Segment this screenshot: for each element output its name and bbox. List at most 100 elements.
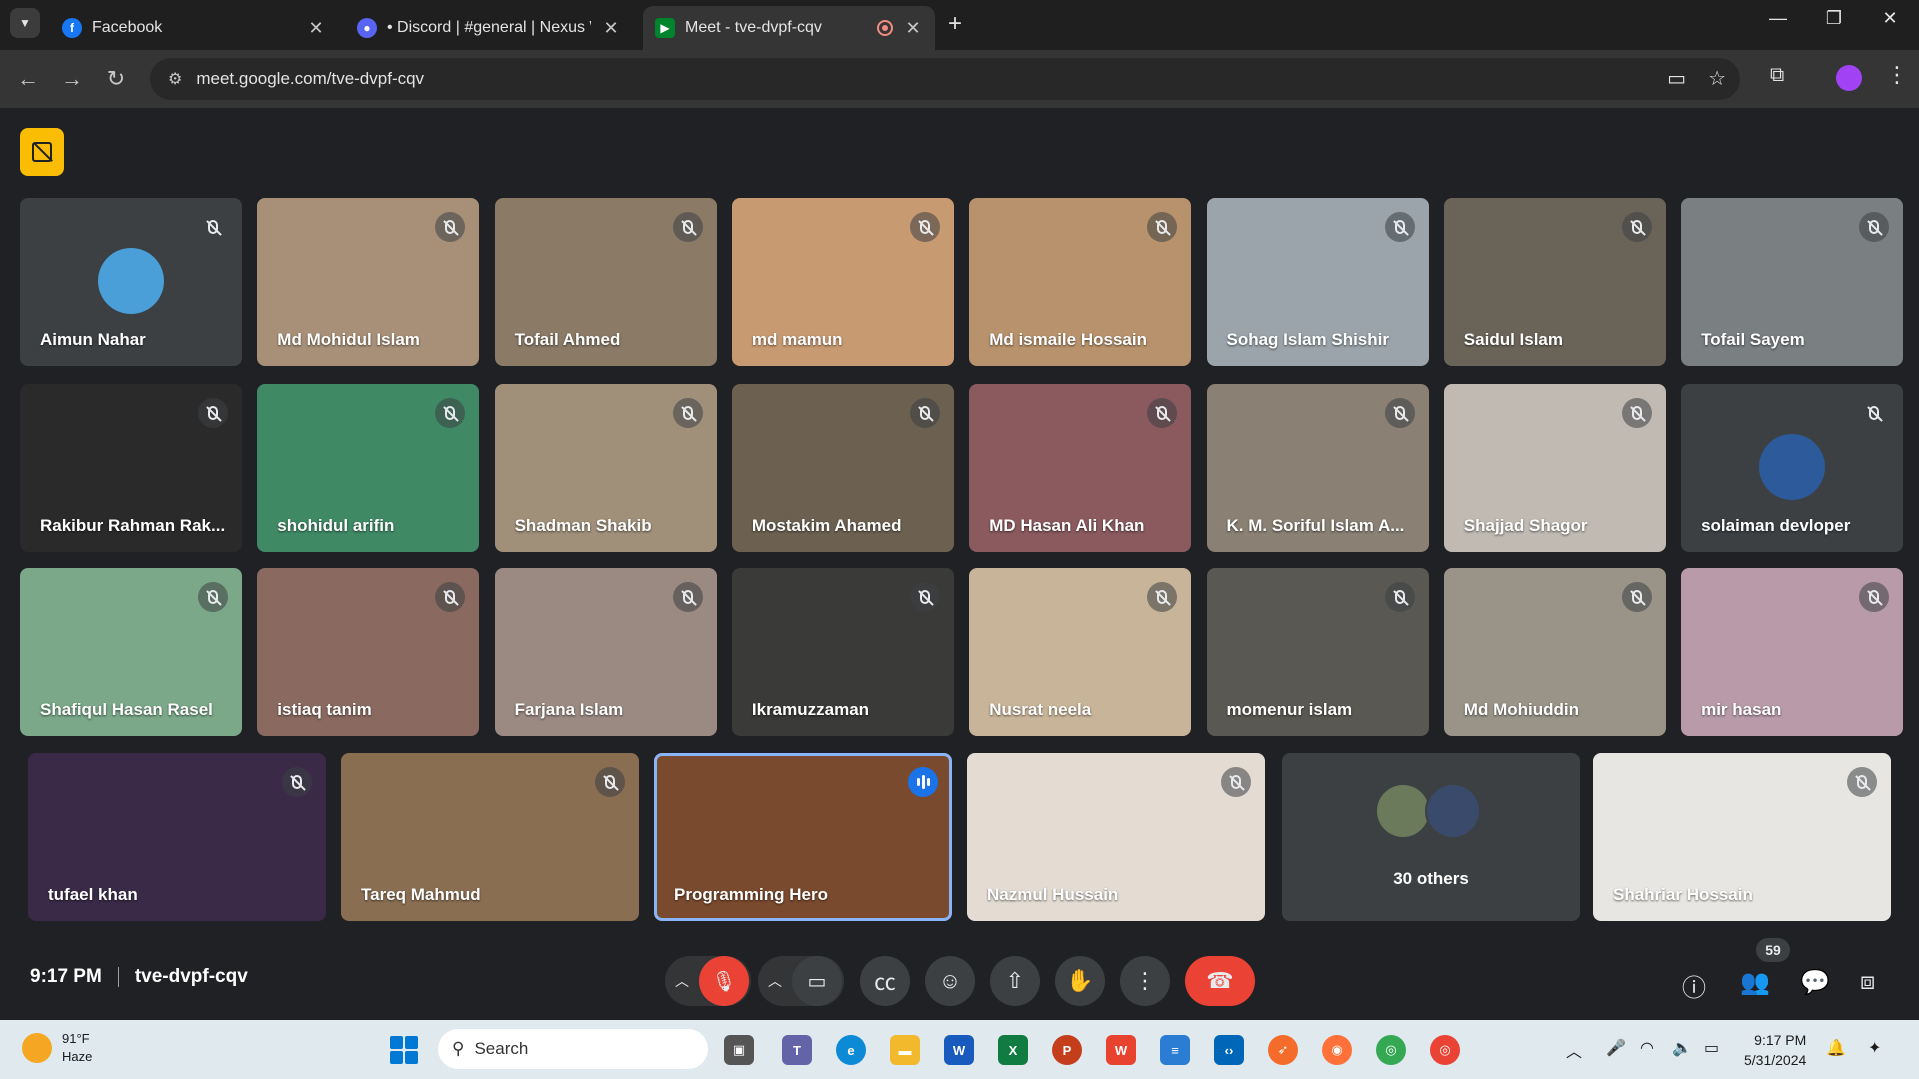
- meeting-details-icon[interactable]: ⓘ: [1682, 968, 1706, 1003]
- participant-tile[interactable]: Farjana Islam: [494, 568, 717, 736]
- notepad-icon[interactable]: ≡: [1160, 1035, 1190, 1065]
- participant-tile[interactable]: md mamun: [731, 198, 954, 366]
- mic-muted-icon: [595, 767, 625, 797]
- powerpoint-icon[interactable]: P: [1052, 1035, 1082, 1065]
- mic-off-button[interactable]: 🎙: [699, 956, 749, 1006]
- participant-tile[interactable]: Md ismaile Hossain: [969, 198, 1192, 366]
- participant-tile[interactable]: Shafiqul Hasan Rasel: [20, 568, 242, 736]
- participant-tile[interactable]: Programming Hero: [654, 753, 952, 921]
- notifications-bell-icon[interactable]: 🔔: [1826, 1038, 1846, 1058]
- activities-icon[interactable]: ⧈: [1860, 968, 1875, 996]
- volume-icon[interactable]: 🔈: [1672, 1038, 1692, 1058]
- participant-name: Tofail Ahmed: [514, 330, 621, 349]
- participant-tile[interactable]: Ikramuzzaman: [731, 568, 954, 736]
- mic-muted-icon: [1859, 212, 1890, 242]
- speaking-indicator-icon: [908, 767, 938, 797]
- firefox-icon[interactable]: ◉: [1322, 1035, 1352, 1065]
- mic-muted-icon: [1384, 582, 1415, 612]
- taskbar-search[interactable]: ⚲ Search: [438, 1029, 708, 1069]
- tab-search-button[interactable]: ▼: [10, 8, 40, 38]
- copilot-icon[interactable]: ✦: [1868, 1038, 1881, 1058]
- browser-menu-icon[interactable]: ⋮: [1886, 62, 1908, 88]
- leave-call-button[interactable]: ☎: [1185, 956, 1255, 1006]
- profile-avatar[interactable]: [1836, 65, 1862, 91]
- edge-icon[interactable]: e: [836, 1035, 866, 1065]
- participant-tile[interactable]: Tareq Mahmud: [341, 753, 639, 921]
- video-options-chevron-icon[interactable]: ︿: [758, 971, 792, 991]
- participant-tile[interactable]: Sohag Islam Shishir: [1206, 198, 1429, 366]
- chrome-icon[interactable]: ◎: [1376, 1035, 1406, 1065]
- vscode-icon[interactable]: ‹›: [1214, 1035, 1244, 1065]
- participant-tile[interactable]: momenur islam: [1206, 568, 1429, 736]
- reload-icon[interactable]: ↻: [100, 63, 132, 95]
- participant-tile[interactable]: tufael khan: [28, 753, 326, 921]
- file-explorer-icon[interactable]: ▬: [890, 1035, 920, 1065]
- participant-tile[interactable]: Rakibur Rahman Rak...: [20, 384, 242, 552]
- forward-icon[interactable]: →: [56, 63, 88, 95]
- participant-tile[interactable]: Nazmul Hussain: [967, 753, 1265, 921]
- raise-hand-button[interactable]: ✋: [1055, 956, 1105, 1006]
- chat-icon[interactable]: 💬: [1800, 968, 1830, 997]
- word-icon[interactable]: W: [944, 1035, 974, 1065]
- site-info-icon[interactable]: ⚙: [168, 69, 182, 89]
- captions-off-button[interactable]: [20, 128, 64, 176]
- battery-icon[interactable]: ▭: [1704, 1038, 1719, 1058]
- participant-tile[interactable]: Tofail Ahmed: [494, 198, 717, 366]
- tray-overflow-icon[interactable]: ︿: [1566, 1038, 1582, 1062]
- restore-icon[interactable]: ❐: [1814, 8, 1854, 29]
- camera-icon[interactable]: ▭: [1667, 66, 1686, 91]
- tab-facebook[interactable]: f Facebook ✕: [50, 6, 338, 50]
- close-tab-icon[interactable]: ✕: [903, 18, 923, 39]
- chrome-profile-icon[interactable]: ◎: [1430, 1035, 1460, 1065]
- teams-icon[interactable]: T: [782, 1035, 812, 1065]
- participant-name: momenur islam: [1226, 700, 1353, 719]
- mic-muted-icon: [1847, 767, 1877, 797]
- discord-icon: ●: [357, 18, 377, 38]
- start-icon[interactable]: [390, 1036, 418, 1064]
- others-tile[interactable]: 30 others: [1282, 753, 1580, 921]
- wps-icon[interactable]: W: [1106, 1035, 1136, 1065]
- wifi-icon[interactable]: ◠: [1640, 1038, 1654, 1058]
- participant-tile[interactable]: MD Hasan Ali Khan: [969, 384, 1192, 552]
- captions-button[interactable]: ㏄: [860, 956, 910, 1006]
- excel-icon[interactable]: X: [998, 1035, 1028, 1065]
- participant-tile[interactable]: Shajjad Shagor: [1443, 384, 1666, 552]
- microphone-icon[interactable]: 🎤: [1606, 1038, 1626, 1058]
- window-close-icon[interactable]: ✕: [1870, 8, 1910, 29]
- system-clock[interactable]: 9:17 PM 5/31/2024: [1744, 1030, 1806, 1070]
- tab-discord[interactable]: ● • Discord | #general | Nexus Wa ✕: [345, 6, 633, 50]
- participant-tile[interactable]: Shahriar Hossain: [1593, 753, 1891, 921]
- camera-button[interactable]: ▭: [792, 956, 842, 1006]
- task-view-icon[interactable]: ▣: [724, 1035, 754, 1065]
- meeting-code: tve-dvpf-cqv: [134, 966, 248, 987]
- participant-tile[interactable]: Nusrat neela: [969, 568, 1192, 736]
- close-tab-icon[interactable]: ✕: [601, 18, 621, 39]
- extensions-icon[interactable]: ⧉: [1770, 64, 1784, 87]
- people-icon[interactable]: 👥: [1740, 968, 1770, 997]
- close-tab-icon[interactable]: ✕: [306, 18, 326, 39]
- bookmark-star-icon[interactable]: ☆: [1708, 66, 1726, 91]
- participant-tile[interactable]: Md Mohidul Islam: [257, 198, 480, 366]
- back-icon[interactable]: ←: [12, 63, 44, 95]
- participant-tile[interactable]: istiaq tanim: [257, 568, 480, 736]
- participant-tile[interactable]: mir hasan: [1681, 568, 1904, 736]
- present-button[interactable]: ⇧: [990, 956, 1040, 1006]
- minimize-icon[interactable]: —: [1758, 8, 1798, 29]
- participant-tile[interactable]: Shadman Shakib: [494, 384, 717, 552]
- participant-tile[interactable]: Aimun Nahar: [20, 198, 242, 366]
- postman-icon[interactable]: ➶: [1268, 1035, 1298, 1065]
- participant-tile[interactable]: solaiman devloper: [1681, 384, 1904, 552]
- participant-tile[interactable]: Md Mohiuddin: [1443, 568, 1666, 736]
- address-bar[interactable]: ⚙ meet.google.com/tve-dvpf-cqv ▭ ☆: [150, 58, 1740, 100]
- participant-tile[interactable]: shohidul arifin: [257, 384, 480, 552]
- weather-widget[interactable]: 91°F Haze: [22, 1030, 92, 1066]
- new-tab-button[interactable]: +: [948, 10, 962, 38]
- participant-tile[interactable]: Tofail Sayem: [1681, 198, 1904, 366]
- audio-options-chevron-icon[interactable]: ︿: [665, 971, 699, 991]
- more-options-button[interactable]: ⋮: [1120, 956, 1170, 1006]
- participant-tile[interactable]: Mostakim Ahamed: [731, 384, 954, 552]
- tab-meet[interactable]: ▶ Meet - tve-dvpf-cqv ✕: [643, 6, 935, 50]
- participant-tile[interactable]: K. M. Soriful Islam A...: [1206, 384, 1429, 552]
- reactions-button[interactable]: ☺: [925, 956, 975, 1006]
- participant-tile[interactable]: Saidul Islam: [1443, 198, 1666, 366]
